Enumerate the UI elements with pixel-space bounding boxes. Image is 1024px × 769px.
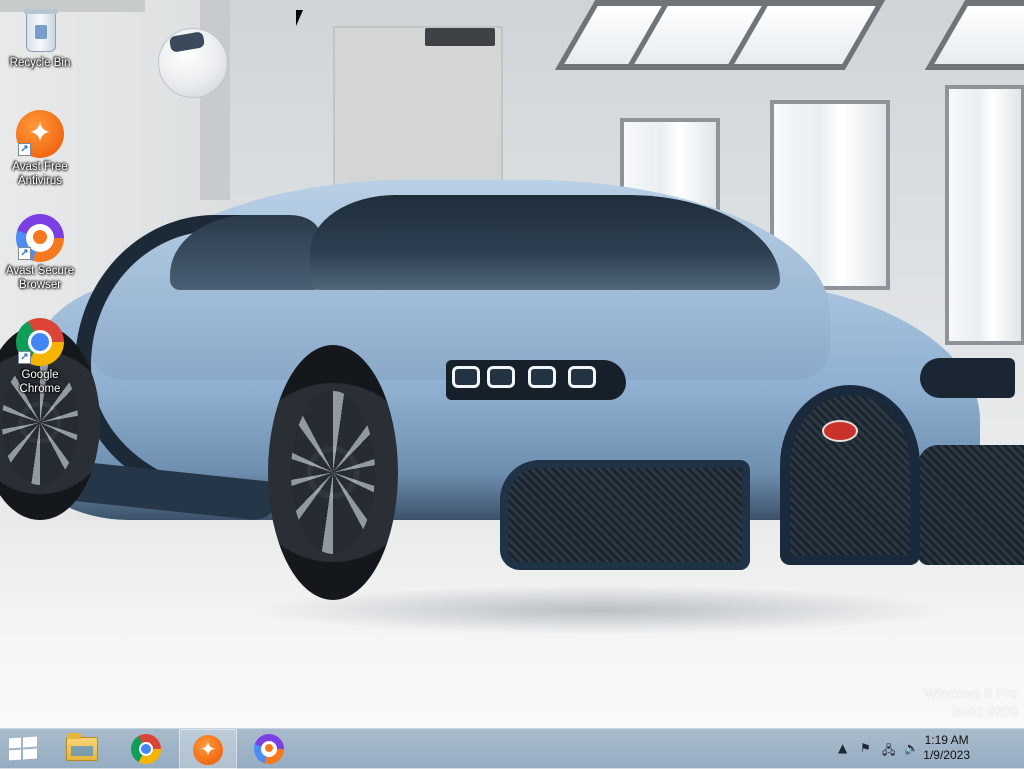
desktop-icon-label: Google Chrome (19, 369, 61, 395)
google-chrome-icon (131, 734, 161, 764)
avast-secure-browser-icon (254, 734, 284, 764)
windows-watermark: Windows 8 Pro Build 9200 (924, 684, 1018, 720)
shortcut-arrow-icon: ↗ (18, 247, 31, 260)
desktop-icon-label: Recycle Bin (9, 57, 71, 69)
desktop-icon-label: Avast Secure Browser (5, 265, 75, 291)
taskbar-google-chrome[interactable] (118, 729, 176, 769)
desktop-icon-recycle-bin[interactable]: Recycle Bin (0, 6, 80, 70)
windows-logo-icon (9, 736, 37, 761)
taskbar-avast-free-antivirus[interactable]: ✦ (179, 729, 237, 769)
wallpaper-reflection (250, 585, 950, 635)
car-front-wheel (268, 345, 398, 600)
chevron-up-icon[interactable]: ▲ (838, 741, 847, 755)
taskbar-file-explorer[interactable] (56, 729, 114, 769)
car-air-intake-right (918, 445, 1024, 565)
network-icon[interactable]: 🖧 (882, 741, 895, 762)
taskbar: ✦ ▲ ⚑ 🖧 🔊 1:19 AM 1/9/2023 (0, 728, 1024, 769)
taskbar-avast-secure-browser[interactable] (241, 729, 299, 769)
wallpaper-rack (945, 85, 1024, 345)
wallpaper-door (333, 26, 503, 196)
flag-icon[interactable]: ⚑ (860, 741, 871, 755)
car-air-intake (500, 460, 750, 570)
avast-antivirus-icon: ✦ (193, 735, 223, 765)
car-headlight-lens (487, 366, 515, 388)
desktop-icon-avast-secure-browser[interactable]: ↗ Avast Secure Browser (0, 214, 80, 292)
google-chrome-icon: ↗ (16, 318, 64, 366)
start-button[interactable] (0, 729, 58, 769)
taskbar-clock[interactable]: 1:19 AM 1/9/2023 (923, 733, 970, 763)
car-right-headlights (920, 358, 1015, 398)
car-headlight-lens (528, 366, 556, 388)
car-headlight-lens (452, 366, 480, 388)
folder-icon (66, 733, 98, 761)
shortcut-arrow-icon: ↗ (18, 143, 31, 156)
avast-antivirus-icon: ✦ ↗ (16, 110, 64, 158)
watermark-build: Build 9200 (951, 703, 1018, 719)
avast-secure-browser-icon: ↗ (16, 214, 64, 262)
watermark-edition: Windows 8 Pro (923, 685, 1018, 701)
mouse-cursor-icon (296, 10, 303, 26)
recycle-bin-icon (16, 6, 64, 54)
car-headlight-lens (568, 366, 596, 388)
desktop-icon-google-chrome[interactable]: ↗ Google Chrome (0, 318, 80, 396)
desktop[interactable]: Recycle Bin ✦ ↗ Avast Free Antivirus ↗ Av… (0, 0, 1024, 728)
wallpaper-door-handle (425, 28, 495, 46)
car-grille (780, 385, 920, 565)
desktop-icon-avast-free-antivirus[interactable]: ✦ ↗ Avast Free Antivirus (0, 110, 80, 188)
clock-time: 1:19 AM (924, 733, 969, 747)
wallpaper-light (924, 0, 1024, 70)
shortcut-arrow-icon: ↗ (18, 351, 31, 364)
car-windshield (310, 195, 780, 290)
desktop-icon-label: Avast Free Antivirus (12, 161, 68, 187)
speaker-icon[interactable]: 🔊 (904, 741, 919, 755)
car-badge (822, 420, 858, 442)
clock-date: 1/9/2023 (923, 748, 970, 762)
